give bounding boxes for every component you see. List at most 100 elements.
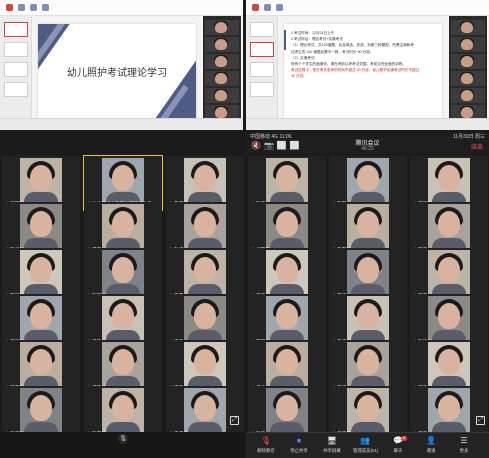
toolbar-button[interactable]: 🖥 共享屏幕	[320, 435, 344, 457]
participant-face	[357, 165, 379, 191]
toolbar-button[interactable]: 🎙 解除静音	[254, 435, 278, 457]
toolbar-button[interactable]: ☰ 更多	[452, 435, 476, 457]
participant-face	[30, 165, 52, 191]
unread-badge: 9	[401, 436, 407, 441]
participant-thumb[interactable]	[451, 88, 485, 103]
stop-share-icon: ⏹	[297, 436, 301, 445]
participant-face	[30, 211, 52, 237]
slide-text-line: 考试过程中，现在有关老师的时间不超过 30 分钟，幼儿照护实操考试时长不超过	[291, 68, 420, 73]
participant-face	[30, 395, 52, 421]
participant-face	[112, 349, 134, 375]
slide-thumbnail[interactable]	[4, 62, 28, 77]
participant-face	[357, 349, 379, 375]
participant-face	[30, 349, 52, 375]
toolbar-button[interactable]: ⏹ 停止共享	[287, 435, 311, 457]
expand-icon[interactable]: ⤢	[476, 416, 485, 425]
slide-thumbnails	[246, 16, 278, 118]
participant-face	[276, 303, 298, 329]
meeting-timer: 46:25	[361, 146, 374, 152]
slide-thumbnail[interactable]	[250, 22, 274, 37]
toolbar-label: 管理成员(51)	[353, 448, 379, 453]
meeting-header: 中国移动 4G 11:06 11月30日 周三 🔇📷⬜⬜ 腾讯会议 46:25 …	[246, 132, 489, 154]
end-meeting-button[interactable]: 结束	[471, 142, 483, 151]
toolbar-label: 聊天	[393, 448, 403, 453]
participant-face	[438, 211, 460, 237]
slide-thumbnail[interactable]	[250, 42, 274, 57]
participant-face	[30, 303, 52, 329]
participant-face	[194, 165, 216, 191]
left-bottom-bar: 🎙	[0, 432, 245, 458]
participant-face	[194, 395, 216, 421]
slide-text-line: 30 分钟。	[291, 74, 307, 79]
participant-face	[276, 349, 298, 375]
participant-face	[112, 395, 134, 421]
participant-face	[438, 349, 460, 375]
slide-decoration	[284, 30, 286, 50]
participant-face	[357, 395, 379, 421]
tool-icon[interactable]	[276, 4, 283, 11]
presentation-toolbar	[0, 0, 243, 16]
participant-face	[438, 257, 460, 283]
participant-face	[438, 165, 460, 191]
participant-face	[194, 349, 216, 375]
tool-icon[interactable]	[30, 4, 37, 11]
tool-icon[interactable]	[18, 4, 25, 11]
slide-thumbnail[interactable]	[250, 62, 274, 77]
participant-face	[194, 303, 216, 329]
slide-thumbnail[interactable]	[4, 42, 28, 57]
slide-thumbnail[interactable]	[4, 22, 28, 37]
participant-face	[276, 165, 298, 191]
left-gallery-header	[0, 132, 245, 154]
presentation-window-right: 1.考试时间：12月24日上午 2.考试科目：理论考试+实操考试 （1）理论考试…	[246, 0, 489, 130]
toolbar-button[interactable]: 💬 聊天 9	[386, 435, 410, 457]
participant-face	[112, 257, 134, 283]
video-grid-left: 🎙张园园🎙幼儿照护中等职业学院班主任🎙曹雨欣🎙张灵彩🎙黄雨🎙孙妍🎙熊欣雅🎙刘佳丽…	[0, 155, 245, 440]
toolbar-label: 邀请	[426, 448, 436, 453]
participant-strip	[449, 16, 487, 120]
participant-face	[438, 395, 460, 421]
presentation-toolbar	[246, 0, 489, 16]
expand-icon[interactable]: ⤢	[230, 416, 239, 425]
slide-title: 幼儿照护考试理论学习	[67, 68, 167, 79]
participant-face	[276, 211, 298, 237]
participant-face	[276, 257, 298, 283]
toolbar-label: 共享屏幕	[323, 448, 341, 453]
tool-icon[interactable]	[264, 4, 271, 11]
mic-icon[interactable]: 🎙	[118, 434, 128, 444]
participant-thumb[interactable]	[205, 88, 239, 103]
toolbar-label: 解除静音	[257, 448, 275, 453]
participant-face	[112, 303, 134, 329]
video-grid-right: 🎙张佳🎙刘雨🎙方晓雅🎙胡晨雪🎙王嘉欣🎙刘佳🎙王美🎙李佳🎙刘宁🎙宋宇宁🎙尹佳佳🎙赵…	[246, 156, 489, 440]
invite-icon: 👤	[426, 436, 436, 445]
members-icon: 👥	[360, 436, 370, 445]
slide-canvas: 幼儿照护考试理论学习	[38, 24, 196, 119]
participant-thumb[interactable]	[451, 37, 485, 52]
participant-thumb[interactable]	[205, 54, 239, 69]
participant-thumb[interactable]	[205, 20, 239, 35]
participant-strip	[203, 16, 241, 120]
participant-thumb[interactable]	[451, 54, 485, 69]
slide-thumbnail[interactable]	[4, 82, 28, 97]
slide-thumbnails	[0, 16, 32, 118]
participant-thumb[interactable]	[451, 20, 485, 35]
more-icon: ☰	[460, 436, 468, 445]
presentation-window-left: 幼儿照护考试理论学习	[0, 0, 243, 130]
participant-face	[357, 257, 379, 283]
participant-face	[30, 257, 52, 283]
toolbar-button[interactable]: 👤 邀请	[419, 435, 443, 457]
screen-root: 幼儿照护考试理论学习 1.考试时间：12月24日上午 2.考试科目：理论考试+实…	[0, 0, 489, 458]
slide-thumbnail[interactable]	[250, 82, 274, 97]
toolbar-label: 停止共享	[290, 448, 308, 453]
presentation-statusbar	[246, 118, 489, 130]
toolbar-button[interactable]: 👥 管理成员(51)	[353, 435, 379, 457]
participant-thumb[interactable]	[205, 71, 239, 86]
slide-text-line: （1）理论考试，共100道题，包含单选、多选、判断三种题型，所需注释和考	[291, 43, 414, 48]
meeting-toolbar: 🎙 解除静音 ⏹ 停止共享 🖥 共享屏幕 👥 管理成员(51) 💬 聊天 9 👤 邀请 ☰ 更多	[246, 432, 489, 458]
participant-face	[357, 303, 379, 329]
app-logo-icon	[6, 4, 13, 11]
mic-off-icon: 🎙	[260, 436, 272, 445]
participant-thumb[interactable]	[451, 71, 485, 86]
tool-icon[interactable]	[42, 4, 49, 11]
participant-thumb[interactable]	[205, 37, 239, 52]
participant-face	[194, 257, 216, 283]
